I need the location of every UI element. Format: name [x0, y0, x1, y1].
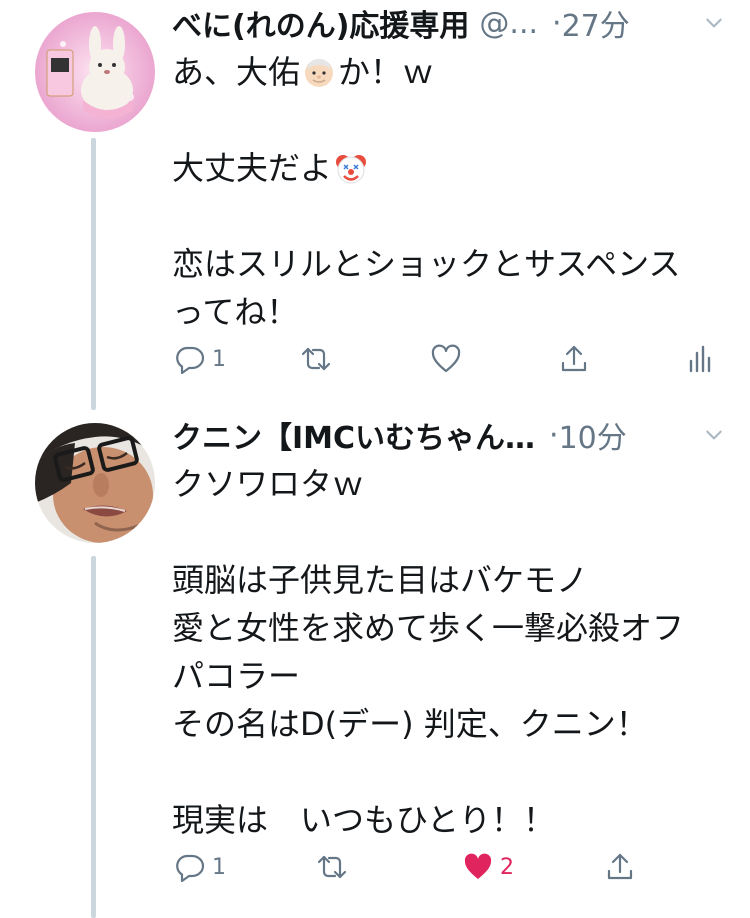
retweet-button[interactable] — [300, 342, 332, 376]
like-button[interactable] — [430, 342, 462, 376]
heart-icon — [431, 344, 461, 373]
analytics-button[interactable] — [684, 342, 716, 376]
clown-face-emoji-icon — [334, 150, 368, 184]
like-button[interactable]: 2 — [462, 850, 514, 884]
tweet-actions: 1 — [172, 342, 712, 376]
tweet-line: その名はD(デー) 判定、クニン！ — [172, 705, 648, 743]
tweet-header: クニン【IMCいむちゃん… · 10分 — [172, 413, 726, 457]
avatar-image — [35, 12, 155, 132]
tweet-line: 現実は いつもひとり！！ — [172, 801, 556, 839]
share-icon — [561, 345, 587, 372]
reply-button[interactable]: 1 — [174, 342, 226, 376]
analytics-icon — [689, 345, 711, 373]
tweet-text: あ、大佑 か！ｗ 大丈夫だよ 恋はスリルとショックとサスペンス ってね！ — [172, 48, 732, 336]
author-name[interactable]: クニン【IMCいむちゃん… — [172, 413, 535, 457]
chevron-down-icon[interactable] — [702, 423, 726, 447]
share-icon — [607, 853, 633, 880]
tweet-line: ってね！ — [172, 293, 299, 331]
avatar-image — [35, 423, 155, 543]
avatar[interactable] — [35, 423, 155, 543]
share-button[interactable] — [604, 850, 636, 884]
separator-dot: · — [552, 5, 562, 41]
tweet-text: クソワロタｗ 頭脳は子供見た目はバケモノ 愛と女性を求めて歩く一撃必殺オフ パコ… — [172, 460, 732, 844]
author-name[interactable]: べに(れのん)応援専用 — [172, 1, 469, 45]
reply-count: 1 — [212, 854, 226, 880]
reply-icon — [176, 854, 205, 883]
tweet-line: 頭脳は子供見た目はバケモノ — [172, 561, 589, 599]
like-count: 2 — [500, 854, 514, 880]
tweet-header: べに(れのん)応援専用 @... · 27分 — [172, 1, 726, 45]
tweet-line: クソワロタｗ — [172, 465, 365, 503]
tweet-line: 愛と女性を求めて歩く一撃必殺オフ — [172, 609, 685, 647]
tweet-line: 恋はスリルとショックとサスペンス — [172, 245, 681, 283]
tweet-actions: 1 2 — [172, 850, 712, 884]
old-man-emoji-icon — [302, 54, 336, 88]
chevron-down-icon[interactable] — [702, 11, 726, 35]
separator-dot: · — [549, 417, 559, 453]
timestamp[interactable]: 10分 — [559, 413, 627, 457]
author-handle[interactable]: @... — [479, 6, 538, 41]
tweet-line: パコラー — [172, 657, 301, 695]
retweet-icon — [301, 347, 331, 371]
thread-line-lower — [91, 556, 96, 918]
thread-line-upper — [91, 138, 96, 410]
share-button[interactable] — [558, 342, 590, 376]
avatar[interactable] — [35, 12, 155, 132]
retweet-button[interactable] — [316, 850, 348, 884]
tweet-line: あ、大佑 か！ｗ — [172, 53, 435, 91]
heart-filled-icon — [464, 853, 492, 879]
reply-icon — [176, 346, 205, 375]
tweet-line: 大丈夫だよ — [172, 144, 732, 192]
timestamp[interactable]: 27分 — [562, 1, 630, 45]
reply-count: 1 — [212, 346, 226, 372]
retweet-icon — [317, 855, 347, 879]
reply-button[interactable]: 1 — [174, 850, 226, 884]
